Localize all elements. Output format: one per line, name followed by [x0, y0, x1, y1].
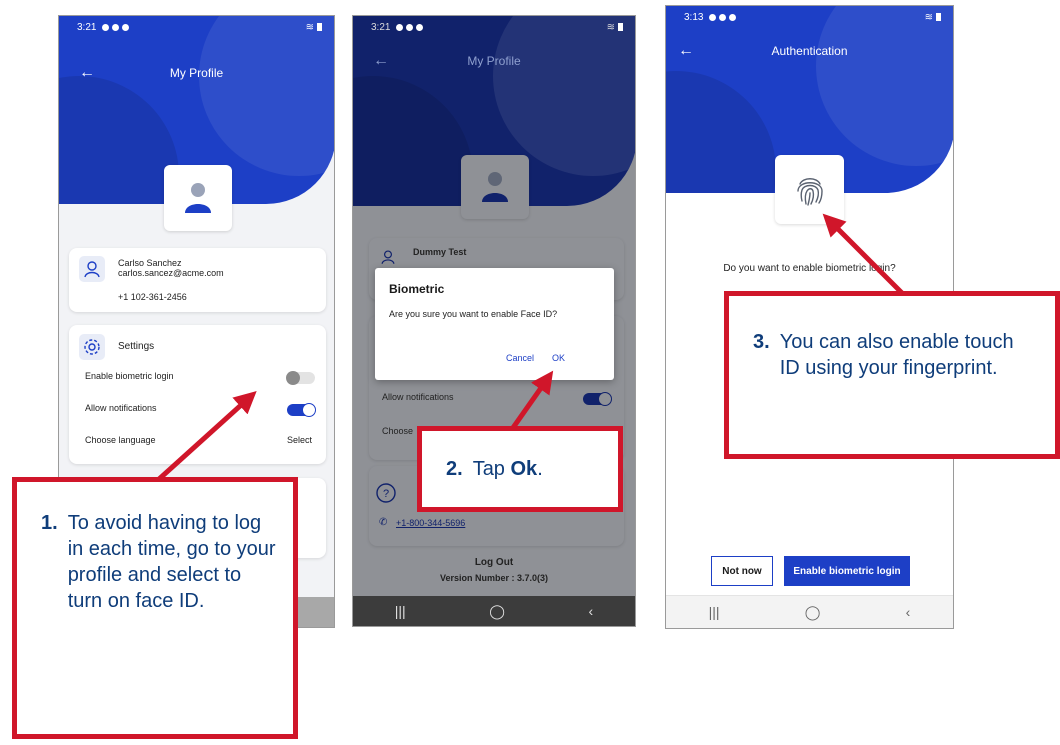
navigation-bar: ||| ◯ ‹ — [353, 596, 635, 626]
biometric-login-toggle[interactable] — [286, 371, 315, 385]
back-icon[interactable]: ‹ — [906, 604, 911, 620]
gear-icon — [79, 334, 105, 360]
status-time: 3:21 — [77, 22, 97, 33]
fingerprint-icon — [796, 177, 823, 206]
app-notification-icon — [709, 13, 717, 21]
notifications-toggle[interactable] — [583, 392, 612, 406]
person-icon — [79, 256, 105, 282]
version-number: Version Number : 3.7.0(3) — [439, 573, 549, 583]
dialog-cancel-button[interactable]: Cancel — [506, 353, 534, 363]
callout-step-1-text: To avoid having to log in each time, go … — [67, 512, 276, 612]
dialog-title: Biometric — [389, 282, 445, 296]
app-bar: ← My Profile — [59, 65, 334, 81]
enable-biometric-button[interactable]: Enable biometric login — [784, 556, 910, 586]
app-notification-icon — [729, 13, 737, 21]
language-label: Choose — [382, 426, 414, 436]
home-icon[interactable]: ◯ — [489, 603, 505, 620]
callout-step-3-number: 3. — [753, 331, 770, 353]
user-name: Carlso Sanchez — [118, 258, 182, 268]
battery-icon — [618, 23, 623, 32]
callout-step-3: 3. You can also enable touch ID using yo… — [724, 291, 1060, 459]
settings-heading: Settings — [118, 341, 155, 352]
user-avatar-icon — [482, 172, 508, 202]
help-icon: ? — [376, 483, 396, 503]
callout-step-1: 1. To avoid having to log in each time, … — [12, 477, 298, 739]
status-bar: 3:13 ≋ — [666, 6, 953, 28]
page-title: Authentication — [771, 44, 848, 58]
app-notification-icon — [416, 23, 424, 31]
fingerprint-card[interactable] — [775, 155, 844, 224]
app-notification-icon — [112, 23, 120, 31]
phone-icon: ✆ — [379, 517, 388, 528]
person-icon — [381, 250, 395, 264]
battery-icon — [317, 23, 322, 32]
callout-step-2-bold: Ok — [510, 458, 538, 480]
callout-step-1-number: 1. — [41, 512, 58, 534]
user-avatar-icon — [185, 183, 211, 213]
wifi-icon: ≋ — [924, 12, 933, 23]
notifications-label: Allow notifications — [382, 392, 454, 402]
app-notification-icon — [719, 13, 727, 21]
app-notification-icon — [122, 23, 130, 31]
back-arrow-icon[interactable]: ← — [373, 53, 389, 69]
not-now-label: Not now — [722, 565, 762, 577]
status-bar: 3:21 ≋ — [353, 16, 635, 38]
app-notification-icon — [406, 23, 414, 31]
callout-step-2-number: 2. — [446, 458, 463, 480]
recent-apps-icon[interactable]: ||| — [395, 603, 406, 619]
biometric-login-label: Enable biometric login — [85, 371, 174, 381]
biometric-question: Do you want to enable biometric login? — [723, 263, 896, 274]
enable-biometric-label: Enable biometric login — [793, 565, 901, 577]
phone-screen-biometric-dialog: 3:21 ≋ ← My Profile Dummy Test Allow not… — [352, 15, 636, 627]
svg-text:?: ? — [383, 488, 389, 500]
status-bar: 3:21 ≋ — [59, 16, 334, 38]
user-name: Dummy Test — [413, 247, 467, 257]
back-arrow-icon[interactable]: ← — [678, 43, 694, 59]
status-time: 3:21 — [371, 22, 391, 33]
logout-button[interactable]: Log Out — [353, 557, 635, 568]
home-icon[interactable]: ◯ — [805, 604, 821, 621]
avatar[interactable] — [461, 155, 529, 219]
callout-step-2-pre: Tap — [472, 458, 511, 480]
wifi-icon: ≋ — [606, 22, 615, 33]
notifications-toggle[interactable] — [287, 403, 316, 417]
support-phone-link[interactable]: +1-800-344-5696 — [396, 518, 465, 528]
recent-apps-icon[interactable]: ||| — [709, 604, 720, 620]
dialog-message: Are you sure you want to enable Face ID? — [389, 309, 558, 319]
settings-card: Settings Enable biometric login Allow no… — [69, 325, 326, 464]
app-bar: ← My Profile — [353, 53, 635, 69]
status-time: 3:13 — [684, 12, 704, 23]
callout-step-3-text: You can also enable touch ID using your … — [779, 331, 1014, 379]
language-label: Choose language — [85, 435, 156, 445]
page-title: My Profile — [467, 54, 521, 68]
language-select[interactable]: Select — [287, 435, 312, 445]
wifi-icon: ≋ — [305, 22, 314, 33]
app-notification-icon — [396, 23, 404, 31]
callout-step-2: 2. Tap Ok. — [417, 426, 623, 512]
navigation-bar: ||| ◯ ‹ — [666, 595, 953, 628]
avatar[interactable] — [164, 165, 232, 231]
app-bar: ← Authentication — [666, 43, 953, 59]
biometric-dialog: Biometric Are you sure you want to enabl… — [375, 268, 614, 380]
page-title: My Profile — [169, 66, 224, 80]
user-phone: +1 102-361-2456 — [118, 292, 187, 302]
back-icon[interactable]: ‹ — [589, 603, 594, 619]
back-arrow-icon[interactable]: ← — [79, 65, 95, 81]
not-now-button[interactable]: Not now — [711, 556, 773, 586]
dialog-ok-button[interactable]: OK — [552, 353, 565, 363]
app-notification-icon — [102, 23, 110, 31]
battery-icon — [936, 13, 941, 22]
notifications-label: Allow notifications — [85, 403, 157, 413]
user-email: carlos.sancez@acme.com — [118, 268, 224, 278]
user-info-card: Carlso Sanchez carlos.sancez@acme.com +1… — [69, 248, 326, 312]
callout-step-2-post: . — [537, 458, 543, 480]
